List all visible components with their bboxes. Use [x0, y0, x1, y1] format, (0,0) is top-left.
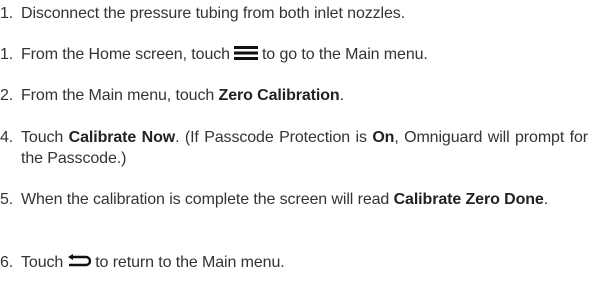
step-calibrate-now: 4. Touch Calibrate Now. (If Passcode Pro…: [0, 127, 588, 169]
step-text: From the Main menu, touch Zero Calibrati…: [21, 87, 344, 104]
step-number: 5.: [0, 191, 14, 208]
step-number: 6.: [0, 254, 14, 271]
step-open-main-menu: 1. From the Home screen, touch to go to t…: [0, 44, 588, 65]
step-text: Touch to return to the Main menu.: [21, 253, 285, 271]
step-text: From the Home screen, touch to go to the …: [21, 45, 428, 63]
step-text: Touch Calibrate Now. (If Passcode Protec…: [21, 129, 588, 167]
screen-message-calibrate-zero-done: Calibrate Zero Done: [393, 191, 544, 208]
step-number: 1.: [0, 5, 14, 22]
step-return-main-menu: 6. Touch to return to the Main menu.: [0, 252, 588, 273]
setting-value-on: On: [372, 129, 395, 146]
step-text: Disconnect the pressure tubing from both…: [21, 5, 406, 22]
step-calibration-complete: 5. When the calibration is complete the …: [0, 189, 588, 210]
step-number: 2.: [0, 87, 14, 104]
step-number: 1.: [0, 46, 14, 63]
menu-icon: [233, 45, 259, 60]
button-label-calibrate-now: Calibrate Now: [68, 129, 176, 146]
step-text: When the calibration is complete the scr…: [21, 191, 549, 208]
menu-option-zero-calibration: Zero Calibration: [218, 87, 340, 104]
step-zero-calibration: 2. From the Main menu, touch Zero Calibr…: [0, 85, 588, 106]
instruction-steps: 1. Disconnect the pressure tubing from b…: [0, 0, 594, 297]
back-arrow-icon: [66, 253, 92, 268]
step-number: 4.: [0, 129, 14, 146]
step-disconnect: 1. Disconnect the pressure tubing from b…: [0, 3, 588, 24]
